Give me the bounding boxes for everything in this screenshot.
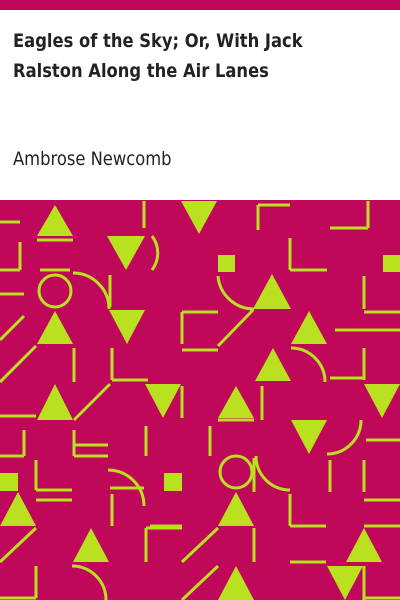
cover-pattern [0,200,400,600]
square-shape [164,473,182,491]
book-title: Eagles of the Sky; Or, With Jack Ralston… [13,30,303,82]
top-color-band [0,0,400,10]
book-cover: Eagles of the Sky; Or, With Jack Ralston… [0,0,400,600]
square-shape [383,255,400,272]
square-shape [218,255,235,272]
square-shape [0,473,18,491]
book-author: Ambrose Newcomb [13,148,172,170]
